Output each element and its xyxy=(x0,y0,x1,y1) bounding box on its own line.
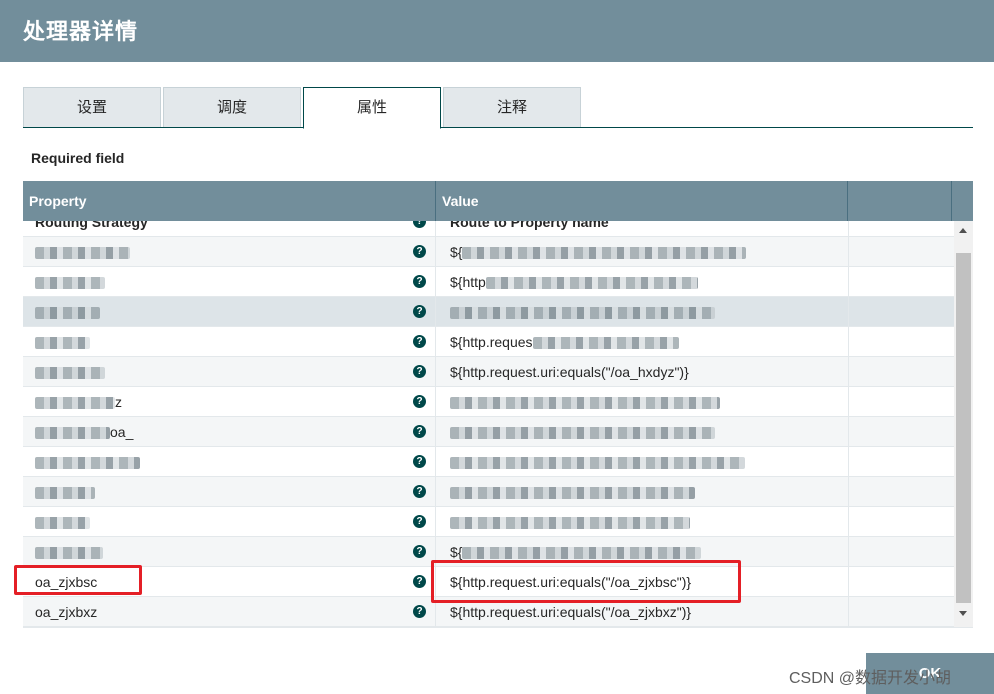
property-name xyxy=(35,297,405,327)
help-icon[interactable]: ? xyxy=(413,455,426,468)
redacted-text xyxy=(485,277,698,290)
watermark: CSDN @数据开发小胡 xyxy=(789,670,952,687)
property-value[interactable] xyxy=(450,387,845,417)
table-row[interactable]: ? xyxy=(23,297,954,327)
redacted-text xyxy=(35,487,95,500)
highlight-value-box xyxy=(431,560,741,603)
property-value[interactable] xyxy=(450,477,845,507)
redacted-text xyxy=(450,457,745,470)
table-row[interactable]: ? xyxy=(23,507,954,537)
redacted-text xyxy=(35,247,130,260)
required-field-label: Required field xyxy=(31,150,125,166)
redacted-text xyxy=(35,337,90,350)
help-icon[interactable]: ? xyxy=(413,545,426,558)
redacted-text xyxy=(450,517,690,530)
table-header: Property Value xyxy=(23,181,973,221)
tab-bar: 设置 调度 属性 注释 xyxy=(23,87,973,129)
property-value[interactable] xyxy=(450,447,845,477)
vertical-scrollbar[interactable] xyxy=(954,221,973,627)
scroll-up-icon[interactable] xyxy=(959,228,967,233)
help-icon[interactable]: ? xyxy=(413,221,426,228)
help-icon[interactable]: ? xyxy=(413,305,426,318)
table-row[interactable]: ? xyxy=(23,477,954,507)
redacted-text xyxy=(35,457,140,470)
help-icon[interactable]: ? xyxy=(413,335,426,348)
table-row[interactable]: ? ${ xyxy=(23,237,954,267)
property-name xyxy=(35,507,405,537)
redacted-text xyxy=(462,547,702,560)
redacted-text xyxy=(462,247,747,260)
property-name xyxy=(35,537,405,567)
property-value[interactable]: ${ xyxy=(450,237,845,267)
table-row[interactable]: ? ${http.request.uri:equals("/oa_hxdyz")} xyxy=(23,357,954,387)
dialog-title: 处理器详情 xyxy=(23,19,139,44)
redacted-text xyxy=(450,487,695,500)
property-name: oa_zjxbxz xyxy=(35,604,98,620)
redacted-text xyxy=(450,397,720,410)
help-icon[interactable]: ? xyxy=(413,365,426,378)
tab-settings[interactable]: 设置 xyxy=(23,87,161,127)
header-value[interactable]: Value xyxy=(436,181,847,221)
tab-scheduling[interactable]: 调度 xyxy=(163,87,301,127)
property-value[interactable]: ${http.request.uri:equals("/oa_hxdyz")} xyxy=(450,357,845,387)
property-value[interactable]: ${http.reques xyxy=(450,327,845,357)
header-property[interactable]: Property xyxy=(23,181,435,221)
redacted-text xyxy=(35,277,105,290)
table-row[interactable]: ? ${http xyxy=(23,267,954,297)
property-name xyxy=(35,447,405,477)
redacted-text xyxy=(35,427,110,440)
property-value[interactable] xyxy=(450,507,845,537)
redacted-text xyxy=(450,427,715,440)
help-icon[interactable]: ? xyxy=(413,395,426,408)
dialog-header: 处理器详情 xyxy=(0,0,994,62)
property-name xyxy=(35,477,405,507)
scroll-down-icon[interactable] xyxy=(959,611,967,616)
tab-properties[interactable]: 属性 xyxy=(303,87,441,129)
redacted-text xyxy=(35,397,115,410)
help-icon[interactable]: ? xyxy=(413,275,426,288)
property-name xyxy=(35,327,405,357)
property-value[interactable] xyxy=(450,297,845,327)
property-name: oa_ xyxy=(35,417,405,447)
help-icon[interactable]: ? xyxy=(413,515,426,528)
redacted-text xyxy=(35,367,105,380)
property-name xyxy=(35,237,405,267)
help-icon[interactable]: ? xyxy=(413,485,426,498)
table-row[interactable]: ? xyxy=(23,447,954,477)
help-icon[interactable]: ? xyxy=(413,605,426,618)
property-value[interactable]: Route to Property name xyxy=(450,221,845,237)
scrollbar-thumb[interactable] xyxy=(956,253,971,603)
help-icon[interactable]: ? xyxy=(413,425,426,438)
property-name: Routing Strategy xyxy=(35,221,148,230)
highlight-property-box xyxy=(14,565,142,595)
redacted-text xyxy=(532,337,679,350)
table-row[interactable]: z? xyxy=(23,387,954,417)
table-row[interactable]: ? ${http.reques xyxy=(23,327,954,357)
property-value[interactable]: ${http xyxy=(450,267,845,297)
help-icon[interactable]: ? xyxy=(413,575,426,588)
table-row[interactable]: Routing Strategy? Route to Property name xyxy=(23,221,954,237)
redacted-text xyxy=(35,517,90,530)
redacted-text xyxy=(35,547,103,560)
help-icon[interactable]: ? xyxy=(413,245,426,258)
property-name xyxy=(35,267,405,297)
table-row[interactable]: oa_? xyxy=(23,417,954,447)
redacted-text xyxy=(450,307,715,320)
property-name: z xyxy=(35,387,405,417)
property-name xyxy=(35,357,405,387)
property-value[interactable] xyxy=(450,417,845,447)
tab-comments[interactable]: 注释 xyxy=(443,87,581,127)
redacted-text xyxy=(35,307,100,320)
